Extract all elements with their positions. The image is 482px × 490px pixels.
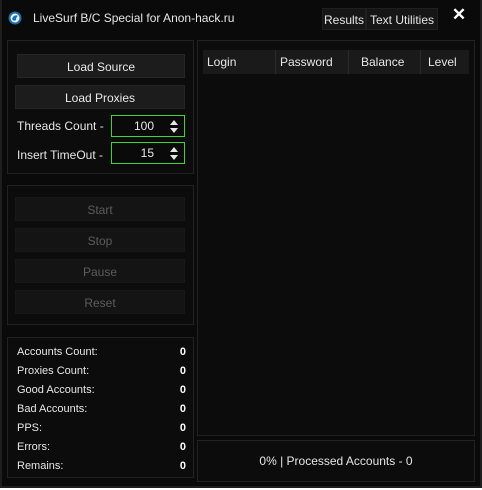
stat-label: Accounts Count: <box>17 346 98 358</box>
timeout-value: 15 <box>140 146 154 160</box>
stat-label: Proxies Count: <box>17 365 90 377</box>
close-icon[interactable]: ✕ <box>448 5 470 25</box>
stat-label: PPS: <box>17 422 43 434</box>
stat-label: Bad Accounts: <box>17 403 88 415</box>
text-utilities-button[interactable]: Text Utilities <box>366 8 438 30</box>
stat-value: 0 <box>179 422 186 434</box>
stat-value: 0 <box>179 403 186 415</box>
stat-label: Remains: <box>17 460 64 472</box>
chevron-up-icon[interactable] <box>170 120 178 125</box>
column-header-level[interactable]: Level <box>421 50 469 74</box>
threads-count-value: 100 <box>133 119 154 133</box>
stop-button[interactable]: Stop <box>15 228 185 252</box>
pause-button[interactable]: Pause <box>15 259 185 283</box>
column-header-balance[interactable]: Balance <box>349 50 421 74</box>
bird-logo-icon <box>8 11 22 25</box>
timeout-label: Insert TimeOut - <box>17 148 104 162</box>
progress-status: 0% | Processed Accounts - 0 <box>259 454 413 468</box>
stat-value: 0 <box>179 441 186 453</box>
start-button[interactable]: Start <box>15 197 185 221</box>
timeout-stepper[interactable]: 15 <box>111 142 185 164</box>
load-source-button[interactable]: Load Source <box>17 54 185 78</box>
column-header-login[interactable]: Login <box>203 50 276 74</box>
reset-button[interactable]: Reset <box>15 290 185 314</box>
title-bar: LiveSurf B/C Special for Anon-hack.ru Re… <box>2 5 480 30</box>
stat-label: Errors: <box>17 441 50 453</box>
chevron-up-icon[interactable] <box>170 147 178 152</box>
app-window: LiveSurf B/C Special for Anon-hack.ru Re… <box>0 0 482 488</box>
column-header-password[interactable]: Password <box>276 50 349 74</box>
stat-value: 0 <box>179 460 186 472</box>
results-button[interactable]: Results <box>322 8 366 30</box>
chevron-down-icon[interactable] <box>170 155 178 160</box>
stat-value: 0 <box>179 384 186 396</box>
chevron-down-icon[interactable] <box>170 128 178 133</box>
stat-value: 0 <box>179 365 186 377</box>
stat-value: 0 <box>179 346 186 358</box>
threads-count-stepper[interactable]: 100 <box>111 115 185 137</box>
stat-label: Good Accounts: <box>17 384 95 396</box>
load-proxies-button[interactable]: Load Proxies <box>15 85 185 109</box>
grid-header: Login Password Balance Level <box>203 50 469 74</box>
window-title: LiveSurf B/C Special for Anon-hack.ru <box>33 11 235 25</box>
threads-count-label: Threads Count - <box>17 119 104 133</box>
results-grid[interactable] <box>197 40 475 436</box>
